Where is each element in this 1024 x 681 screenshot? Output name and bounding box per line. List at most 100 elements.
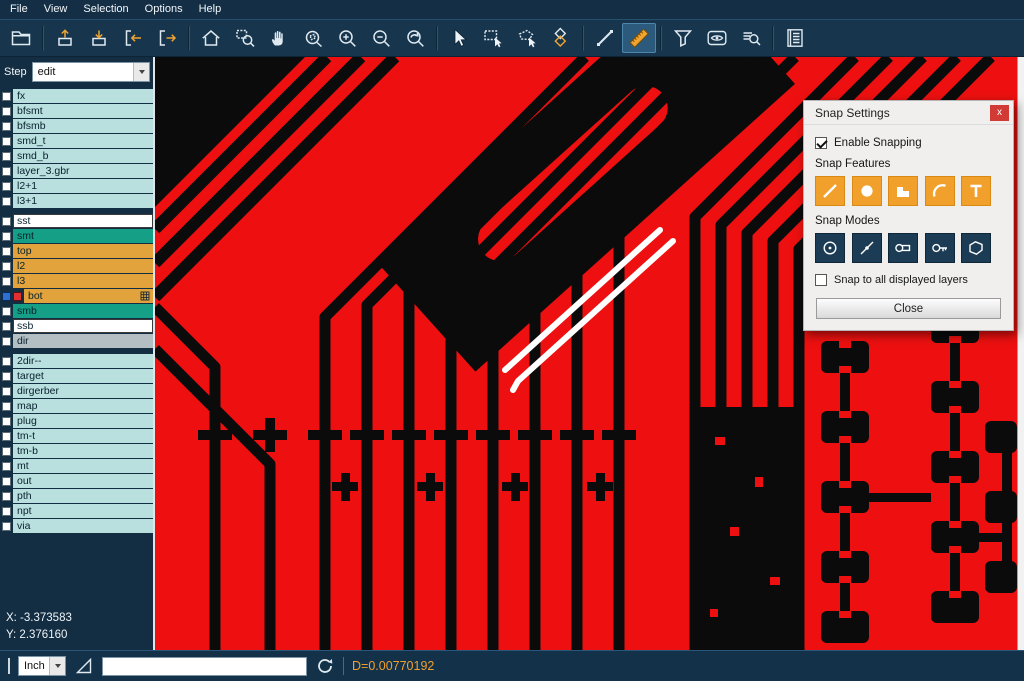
- export-up-button[interactable]: [48, 23, 82, 53]
- menu-selection[interactable]: Selection: [77, 1, 138, 18]
- layer-label[interactable]: dir: [13, 334, 153, 348]
- layer-label[interactable]: l3+1: [13, 194, 153, 208]
- layer-row[interactable]: bfsmt: [2, 104, 153, 118]
- layer-row[interactable]: via: [2, 519, 153, 533]
- layer-visibility-checkbox[interactable]: [2, 462, 11, 471]
- layer-row[interactable]: npt: [2, 504, 153, 518]
- canvas-vscrollbar[interactable]: [1017, 57, 1024, 650]
- layer-visibility-checkbox[interactable]: [2, 337, 11, 346]
- layer-visibility-checkbox[interactable]: [2, 357, 11, 366]
- select-polygon-button[interactable]: [510, 23, 544, 53]
- zoom-window-button[interactable]: [228, 23, 262, 53]
- dialog-close-button[interactable]: x: [990, 105, 1009, 121]
- layer-visibility-checkbox[interactable]: [2, 182, 11, 191]
- layer-visibility-checkbox[interactable]: [2, 247, 11, 256]
- layer-label[interactable]: ssb: [13, 319, 153, 333]
- layer-label[interactable]: l3: [13, 274, 153, 288]
- enable-snapping-row[interactable]: Enable Snapping: [815, 137, 1002, 149]
- layer-row[interactable]: l2+1: [2, 179, 153, 193]
- layer-visibility-checkbox[interactable]: [2, 107, 11, 116]
- layer-visibility-checkbox[interactable]: [2, 387, 11, 396]
- layer-visibility-checkbox[interactable]: [2, 307, 11, 316]
- layer-visibility-checkbox[interactable]: [2, 477, 11, 486]
- layer-row[interactable]: dir: [2, 334, 153, 348]
- layer-visibility-checkbox[interactable]: [2, 137, 11, 146]
- snap-mode-contour-button[interactable]: [961, 233, 991, 263]
- transform-button[interactable]: [544, 23, 578, 53]
- snap-feature-line-button[interactable]: [815, 176, 845, 206]
- measure-ruler-button[interactable]: [622, 23, 656, 53]
- layer-label[interactable]: bot: [24, 289, 153, 303]
- layer-label[interactable]: map: [13, 399, 153, 413]
- layer-label[interactable]: dirgerber: [13, 384, 153, 398]
- layer-row[interactable]: l2: [2, 259, 153, 273]
- import-left-button[interactable]: [116, 23, 150, 53]
- layer-row[interactable]: dirgerber: [2, 384, 153, 398]
- layer-label[interactable]: tm-b: [13, 444, 153, 458]
- zoom-in-button[interactable]: [330, 23, 364, 53]
- layer-visibility-checkbox[interactable]: [2, 447, 11, 456]
- layer-row[interactable]: ssb: [2, 319, 153, 333]
- layer-label[interactable]: target: [13, 369, 153, 383]
- menu-view[interactable]: View: [38, 1, 78, 18]
- layer-visibility-checkbox[interactable]: [2, 152, 11, 161]
- menu-options[interactable]: Options: [139, 1, 193, 18]
- snap-mode-point-on-line-button[interactable]: [852, 233, 882, 263]
- export-right-button[interactable]: [150, 23, 184, 53]
- import-down-button[interactable]: [82, 23, 116, 53]
- snap-mode-center-button[interactable]: [815, 233, 845, 263]
- layer-label[interactable]: bfsmb: [13, 119, 153, 133]
- menu-file[interactable]: File: [4, 1, 38, 18]
- layer-label[interactable]: smd_b: [13, 149, 153, 163]
- snap-dialog-titlebar[interactable]: Snap Settings x: [804, 101, 1013, 125]
- layer-row[interactable]: smd_b: [2, 149, 153, 163]
- layer-visibility-checkbox[interactable]: [2, 92, 11, 101]
- net-search-button[interactable]: [734, 23, 768, 53]
- layer-label[interactable]: smb: [13, 304, 153, 318]
- layer-label[interactable]: npt: [13, 504, 153, 518]
- layer-label[interactable]: l2: [13, 259, 153, 273]
- layer-visibility-checkbox[interactable]: [2, 507, 11, 516]
- layer-label[interactable]: 2dir--: [13, 354, 153, 368]
- snap-feature-pad-button[interactable]: [852, 176, 882, 206]
- layer-color-swatch[interactable]: [13, 292, 22, 301]
- layer-label[interactable]: plug: [13, 414, 153, 428]
- layer-row[interactable]: l3: [2, 274, 153, 288]
- command-input[interactable]: [102, 657, 307, 676]
- zoom-out-button[interactable]: [364, 23, 398, 53]
- layer-label[interactable]: top: [13, 244, 153, 258]
- pan-button[interactable]: [262, 23, 296, 53]
- layer-row[interactable]: sst: [2, 214, 153, 228]
- unit-dropdown[interactable]: Inch: [18, 656, 66, 676]
- step-dropdown-button[interactable]: [133, 63, 149, 81]
- layer-row[interactable]: pth: [2, 489, 153, 503]
- snap-all-layers-checkbox[interactable]: [815, 274, 827, 286]
- enable-snapping-checkbox[interactable]: [815, 137, 827, 149]
- snap-feature-arc-button[interactable]: [925, 176, 955, 206]
- unit-dropdown-button[interactable]: [49, 657, 65, 675]
- view-options-button[interactable]: [700, 23, 734, 53]
- snap-all-layers-row[interactable]: Snap to all displayed layers: [815, 274, 1002, 286]
- layer-row[interactable]: tm-t: [2, 429, 153, 443]
- layer-visibility-checkbox[interactable]: [2, 322, 11, 331]
- snap-mode-slot-button[interactable]: [888, 233, 918, 263]
- layer-row[interactable]: out: [2, 474, 153, 488]
- layer-visibility-checkbox[interactable]: [2, 432, 11, 441]
- open-button[interactable]: [4, 23, 38, 53]
- home-view-button[interactable]: [194, 23, 228, 53]
- layer-visibility-checkbox[interactable]: [2, 417, 11, 426]
- layer-row[interactable]: smt: [2, 229, 153, 243]
- layer-label[interactable]: mt: [13, 459, 153, 473]
- layer-label[interactable]: smd_t: [13, 134, 153, 148]
- layer-label[interactable]: smt: [13, 229, 153, 243]
- layer-row-selected[interactable]: bot: [2, 289, 153, 303]
- layer-visibility-checkbox[interactable]: [2, 167, 11, 176]
- layer-row[interactable]: target: [2, 369, 153, 383]
- pcb-canvas[interactable]: Snap Settings x Enable Snapping Snap Fea…: [155, 57, 1024, 650]
- select-rectangle-button[interactable]: [476, 23, 510, 53]
- layer-visibility-checkbox[interactable]: [2, 277, 11, 286]
- select-cursor-button[interactable]: [442, 23, 476, 53]
- layer-row[interactable]: fx: [2, 89, 153, 103]
- layer-row[interactable]: map: [2, 399, 153, 413]
- layer-label[interactable]: tm-t: [13, 429, 153, 443]
